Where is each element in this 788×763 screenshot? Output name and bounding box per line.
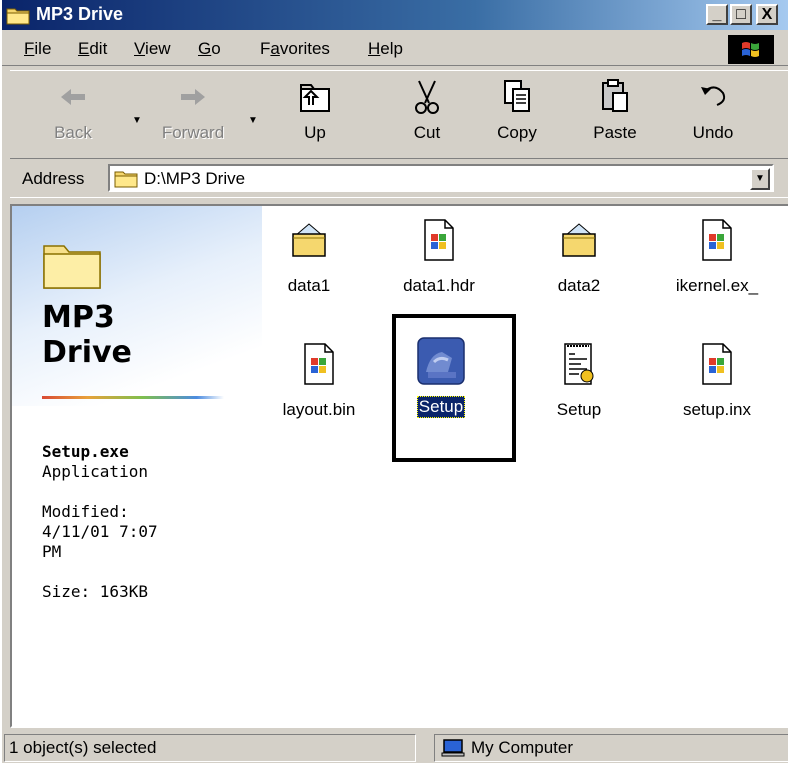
- file-item-data1-hdr[interactable]: data1.hdr: [384, 218, 494, 318]
- undo-icon: [701, 86, 726, 106]
- paste-label: Paste: [593, 123, 637, 142]
- back-label: Back: [54, 123, 92, 142]
- folder-icon: [6, 8, 30, 25]
- selected-file-name: Setup.exe: [42, 442, 129, 461]
- menu-help[interactable]: Help: [368, 39, 403, 59]
- highlight-box: [392, 314, 516, 462]
- forward-dropdown-icon[interactable]: ▼: [248, 115, 258, 126]
- undo-label: Undo: [692, 123, 734, 142]
- paste-icon: [602, 79, 628, 112]
- status-selection: 1 object(s) selected: [4, 734, 416, 762]
- forward-label: Forward: [161, 123, 225, 142]
- up-label: Up: [304, 123, 326, 142]
- forward-button[interactable]: Forward: [154, 77, 232, 155]
- status-zone-text: My Computer: [471, 738, 574, 757]
- forward-arrow-icon: [181, 89, 205, 105]
- folder-icon: [114, 171, 138, 188]
- explorer-window: MP3 Drive _ □ X File Edit View Go Favori…: [0, 0, 788, 763]
- menu-go[interactable]: Go: [198, 39, 221, 59]
- my-computer-icon: [441, 739, 465, 757]
- back-button[interactable]: Back: [34, 77, 112, 155]
- address-input[interactable]: D:\MP3 Drive ▼: [108, 164, 774, 192]
- scissors-icon: [415, 80, 439, 114]
- undo-button[interactable]: Undo: [674, 77, 752, 155]
- file-label: ikernel.ex_: [675, 276, 759, 295]
- file-item-ikernel[interactable]: ikernel.ex_: [662, 218, 772, 318]
- title-bar[interactable]: MP3 Drive _ □ X: [2, 0, 788, 30]
- zip-folder-icon: [292, 223, 326, 257]
- status-bar: 1 object(s) selected My Computer: [4, 732, 788, 763]
- address-label: Address: [22, 169, 85, 188]
- minimize-button[interactable]: _: [706, 4, 728, 25]
- menu-bar: File Edit View Go Favorites Help: [2, 30, 788, 66]
- up-button[interactable]: Up: [276, 77, 354, 155]
- file-item-data1[interactable]: data1: [254, 218, 364, 318]
- selected-file-type: Application: [42, 462, 148, 481]
- back-dropdown-icon[interactable]: ▼: [132, 115, 142, 126]
- back-arrow-icon: [61, 89, 85, 105]
- copy-icon: [504, 80, 530, 112]
- windows-file-icon: [702, 219, 732, 261]
- file-label: Setup: [556, 400, 602, 419]
- modified-date: 4/11/01 7:07: [42, 522, 158, 541]
- status-selection-text: 1 object(s) selected: [9, 738, 157, 757]
- folder-icon: [43, 245, 101, 289]
- address-bar: Address D:\MP3 Drive ▼: [10, 158, 788, 198]
- window-title: MP3 Drive: [36, 4, 124, 24]
- menu-favorites[interactable]: Favorites: [260, 39, 330, 59]
- cut-label: Cut: [413, 123, 441, 142]
- file-label: data1: [287, 276, 331, 295]
- paste-button[interactable]: Paste: [576, 77, 654, 155]
- up-folder-icon: [300, 84, 330, 112]
- file-item-layout-bin[interactable]: layout.bin: [264, 342, 374, 442]
- maximize-button[interactable]: □: [730, 4, 752, 25]
- folder-view[interactable]: MP3 Drive Setup.exe Application Modified…: [10, 204, 788, 728]
- standard-toolbar: Back ▼ Forward ▼ Up Cut Copy Paste Undo: [10, 70, 788, 156]
- menu-edit[interactable]: Edit: [78, 39, 107, 59]
- menu-file[interactable]: File: [24, 39, 51, 59]
- copy-button[interactable]: Copy: [478, 77, 556, 155]
- file-label: data1.hdr: [403, 276, 475, 295]
- close-button[interactable]: X: [756, 4, 778, 25]
- file-item-setup-ini[interactable]: Setup: [524, 342, 634, 442]
- zip-folder-icon: [562, 223, 596, 257]
- file-label: data2: [557, 276, 601, 295]
- address-dropdown-icon[interactable]: ▼: [750, 168, 770, 190]
- copy-label: Copy: [497, 123, 537, 142]
- setup-ini-icon: [564, 343, 594, 385]
- file-size: Size: 163KB: [42, 582, 148, 601]
- status-zone: My Computer: [434, 734, 788, 762]
- cut-button[interactable]: Cut: [388, 77, 466, 155]
- modified-label: Modified:: [42, 502, 129, 521]
- title-divider: [42, 396, 224, 399]
- modified-ampm: PM: [42, 542, 62, 561]
- folder-title-line2: Drive: [42, 335, 132, 370]
- menu-view[interactable]: View: [134, 39, 171, 59]
- folder-title-line1: MP3: [42, 300, 115, 335]
- file-item-data2[interactable]: data2: [524, 218, 634, 318]
- windows-file-icon: [424, 219, 454, 261]
- windows-file-icon: [304, 343, 334, 385]
- windows-logo-icon: [728, 35, 774, 64]
- file-label: setup.inx: [682, 400, 752, 419]
- address-value: D:\MP3 Drive: [144, 169, 246, 188]
- file-item-setup-inx[interactable]: setup.inx: [662, 342, 772, 442]
- folder-title: MP3 Drive: [42, 300, 132, 370]
- windows-file-icon: [702, 343, 732, 385]
- file-label: layout.bin: [282, 400, 356, 419]
